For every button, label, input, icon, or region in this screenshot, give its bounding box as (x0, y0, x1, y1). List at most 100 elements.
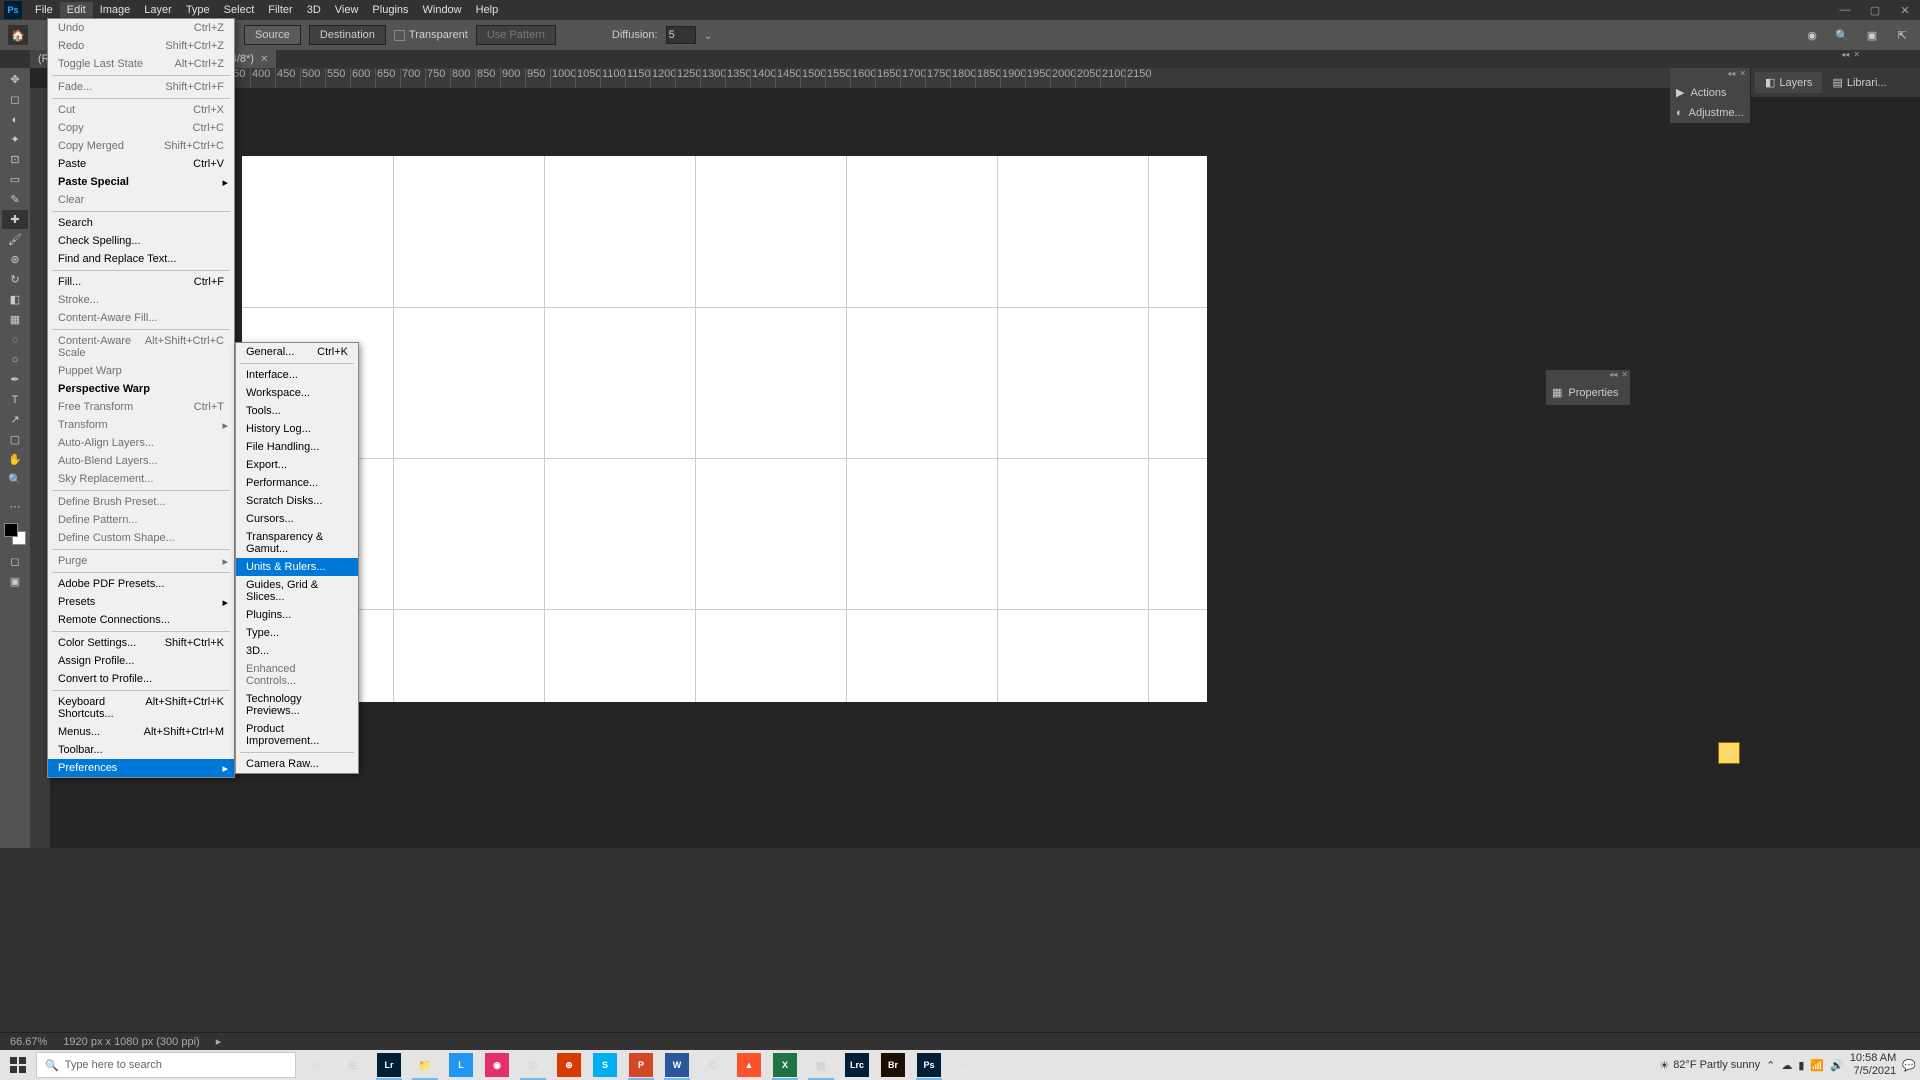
menu-item-presets[interactable]: Presets (48, 593, 234, 611)
heal-tool[interactable]: ✚ (2, 210, 28, 229)
taskbar-app1-icon[interactable]: L (444, 1050, 478, 1080)
screenmode-icon[interactable]: ▣ (2, 572, 28, 591)
menu-item-file-handling[interactable]: File Handling... (236, 438, 358, 456)
menu-item-keyboard-shortcuts[interactable]: Keyboard Shortcuts...Alt+Shift+Ctrl+K (48, 693, 234, 723)
taskbar-brave-icon[interactable]: ▲ (732, 1050, 766, 1080)
menu-item-assign-profile[interactable]: Assign Profile... (48, 652, 234, 670)
history-tool[interactable]: ↻ (2, 270, 28, 289)
taskbar-cortana-icon[interactable]: ○ (300, 1050, 334, 1080)
taskbar-explorer-icon[interactable]: 📁 (408, 1050, 442, 1080)
menu-plugins[interactable]: Plugins (365, 2, 415, 18)
menu-item-interface[interactable]: Interface... (236, 366, 358, 384)
menu-item-adobe-pdf-presets[interactable]: Adobe PDF Presets... (48, 575, 234, 593)
cloud-docs-icon[interactable]: ◉ (1802, 25, 1822, 45)
foreground-color[interactable] (4, 523, 18, 537)
menu-item-remote-connections[interactable]: Remote Connections... (48, 611, 234, 629)
menu-item-plugins[interactable]: Plugins... (236, 606, 358, 624)
color-swatches[interactable] (2, 521, 28, 551)
menu-item-define-custom-shape[interactable]: Define Custom Shape... (48, 529, 234, 547)
search-icon[interactable]: 🔍 (1832, 25, 1852, 45)
menu-item-content-aware-scale[interactable]: Content-Aware ScaleAlt+Shift+Ctrl+C (48, 332, 234, 362)
menu-item-guides-grid-slices[interactable]: Guides, Grid & Slices... (236, 576, 358, 606)
menu-item-performance[interactable]: Performance... (236, 474, 358, 492)
shape-tool[interactable]: ▢ (2, 430, 28, 449)
weather-widget[interactable]: ☀82°F Partly sunny (1659, 1059, 1760, 1072)
actions-panel-tab[interactable]: ▶Actions (1670, 82, 1750, 103)
home-icon[interactable]: 🏠 (8, 25, 28, 45)
adjustments-panel-tab[interactable]: ◐Adjustme... (1670, 103, 1750, 123)
stamp-tool[interactable]: ⊛ (2, 250, 28, 269)
menu-item-free-transform[interactable]: Free TransformCtrl+T (48, 398, 234, 416)
maximize-button[interactable]: ▢ (1860, 0, 1890, 20)
tray-chevron-icon[interactable]: ⌃ (1766, 1059, 1775, 1072)
battery-icon[interactable]: ▮ (1798, 1059, 1804, 1072)
close-icon[interactable]: ✕ (1621, 370, 1628, 380)
gradient-tool[interactable]: ▦ (2, 310, 28, 329)
canvas[interactable] (242, 156, 1207, 702)
taskbar-app2-icon[interactable]: ⊙ (696, 1050, 730, 1080)
layers-tab[interactable]: ◧Layers (1755, 72, 1822, 93)
menu-item-purge[interactable]: Purge (48, 552, 234, 570)
menu-filter[interactable]: Filter (261, 2, 299, 18)
menu-item-camera-raw[interactable]: Camera Raw... (236, 755, 358, 773)
edit-toolbar-icon[interactable]: ⋯ (2, 497, 28, 516)
menu-item-fill[interactable]: Fill...Ctrl+F (48, 273, 234, 291)
onedrive-icon[interactable]: ☁ (1781, 1059, 1792, 1072)
taskbar-lrc-icon[interactable]: Lrc (840, 1050, 874, 1080)
taskbar-taskview-icon[interactable]: ⊞ (336, 1050, 370, 1080)
taskbar-office-icon[interactable]: ⊕ (552, 1050, 586, 1080)
menu-item-sky-replacement[interactable]: Sky Replacement... (48, 470, 234, 488)
menu-item-define-brush-preset[interactable]: Define Brush Preset... (48, 493, 234, 511)
frame-tool[interactable]: ▭ (2, 170, 28, 189)
menu-item-check-spelling[interactable]: Check Spelling... (48, 232, 234, 250)
menu-item-paste[interactable]: PasteCtrl+V (48, 155, 234, 173)
menu-item-color-settings[interactable]: Color Settings...Shift+Ctrl+K (48, 634, 234, 652)
move-tool[interactable]: ✥ (2, 70, 28, 89)
menu-item-clear[interactable]: Clear (48, 191, 234, 209)
menu-window[interactable]: Window (416, 2, 469, 18)
menu-item-copy-merged[interactable]: Copy MergedShift+Ctrl+C (48, 137, 234, 155)
quickmask-icon[interactable]: ◻ (2, 552, 28, 571)
menu-item-undo[interactable]: UndoCtrl+Z (48, 19, 234, 37)
menu-view[interactable]: View (328, 2, 366, 18)
marquee-tool[interactable]: ◻ (2, 90, 28, 109)
menu-edit[interactable]: Edit (60, 2, 93, 18)
menu-item-d[interactable]: 3D... (236, 642, 358, 660)
wand-tool[interactable]: ✦ (2, 130, 28, 149)
dropdown-arrow-icon[interactable]: ⌄ (704, 29, 713, 42)
taskbar-chrome-icon[interactable]: ◎ (516, 1050, 550, 1080)
menu-item-cut[interactable]: CutCtrl+X (48, 101, 234, 119)
taskbar-calc-icon[interactable]: ▦ (804, 1050, 838, 1080)
transparent-checkbox[interactable]: Transparent (394, 29, 468, 41)
menu-item-transparency-gamut[interactable]: Transparency & Gamut... (236, 528, 358, 558)
lasso-tool[interactable]: ◐ (2, 110, 28, 129)
menu-file[interactable]: File (28, 2, 60, 18)
menu-item-enhanced-controls[interactable]: Enhanced Controls... (236, 660, 358, 690)
menu-item-cursors[interactable]: Cursors... (236, 510, 358, 528)
menu-item-fade[interactable]: Fade...Shift+Ctrl+F (48, 78, 234, 96)
taskbar-app3-icon[interactable]: ▫ (948, 1050, 982, 1080)
zoom-tool[interactable]: 🔍 (2, 470, 28, 489)
taskbar-powerpoint-icon[interactable]: P (624, 1050, 658, 1080)
menu-item-toolbar[interactable]: Toolbar... (48, 741, 234, 759)
menu-item-auto-blend-layers[interactable]: Auto-Blend Layers... (48, 452, 234, 470)
menu-image[interactable]: Image (93, 2, 138, 18)
zoom-level[interactable]: 66.67% (10, 1036, 47, 1048)
menu-item-export[interactable]: Export... (236, 456, 358, 474)
menu-item-history-log[interactable]: History Log... (236, 420, 358, 438)
menu-item-preferences[interactable]: Preferences (48, 759, 234, 777)
taskbar-lightroom-icon[interactable]: Lr (372, 1050, 406, 1080)
taskbar-photoshop-icon[interactable]: Ps (912, 1050, 946, 1080)
taskbar-bridge-icon[interactable]: Br (876, 1050, 910, 1080)
menu-item-stroke[interactable]: Stroke... (48, 291, 234, 309)
menu-select[interactable]: Select (217, 2, 262, 18)
menu-item-auto-align-layers[interactable]: Auto-Align Layers... (48, 434, 234, 452)
menu-item-workspace[interactable]: Workspace... (236, 384, 358, 402)
menu-item-redo[interactable]: RedoShift+Ctrl+Z (48, 37, 234, 55)
collapse-icon[interactable]: ◂◂ (1841, 50, 1849, 59)
properties-panel-tab[interactable]: ▦Properties (1546, 380, 1630, 405)
menu-item-copy[interactable]: CopyCtrl+C (48, 119, 234, 137)
hand-tool[interactable]: ✋ (2, 450, 28, 469)
share-icon[interactable]: ⇱ (1892, 25, 1912, 45)
tab-close-icon[interactable]: ✕ (260, 54, 268, 65)
